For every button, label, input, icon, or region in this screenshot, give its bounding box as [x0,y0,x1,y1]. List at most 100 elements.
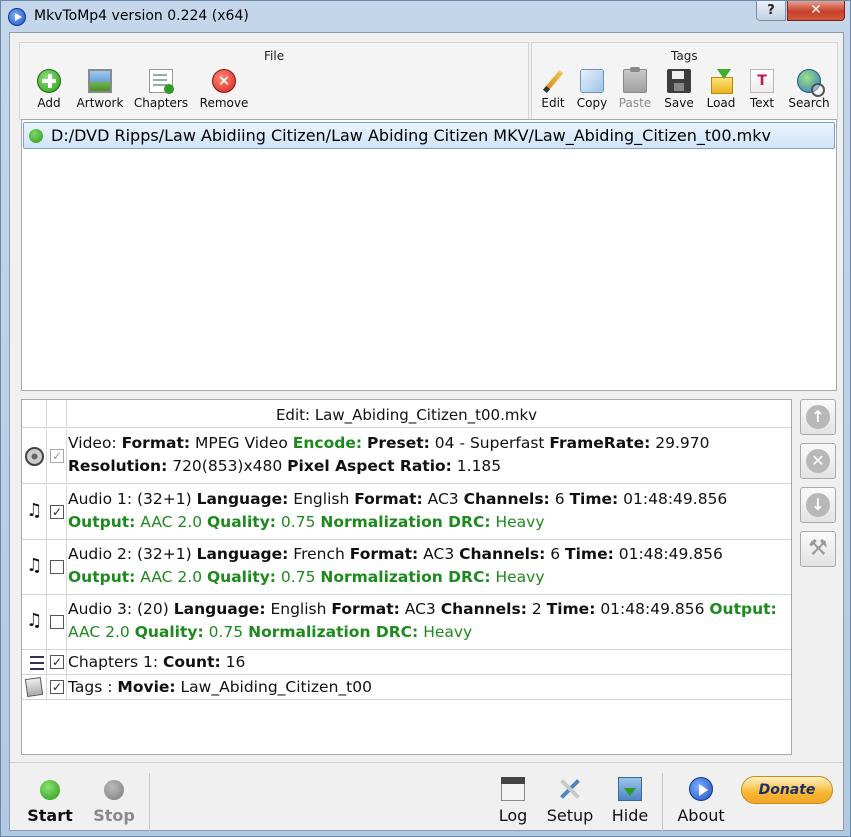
load-icon [709,69,733,94]
tags-details: Tags : Movie: Law_Abiding_Citizen_t00 [68,676,790,699]
log-icon [501,777,525,801]
audio-3-output-value: AAC 2.0 [68,623,135,641]
setup-button[interactable]: Setup [545,777,595,825]
log-label: Log [498,806,528,825]
audio-3-time-key: Time: [546,600,596,618]
file-group-title: File [264,49,285,63]
audio-2-output-value: AAC 2.0 [135,568,207,586]
audio-3-checkbox[interactable] [50,615,64,629]
video-resolution-key: Resolution: [68,457,168,475]
track-row-audio-3[interactable]: ♫ Audio 3: (20) Language: English Format… [22,595,791,650]
file-list[interactable]: D:/DVD Ripps/Law Abidiing Citizen/Law Ab… [21,119,837,391]
video-preset-value: 04 - Superfast [429,434,550,452]
track-row-tags[interactable]: ✓ Tags : Movie: Law_Abiding_Citizen_t00 [22,675,791,700]
help-button[interactable]: ? [756,1,786,21]
audio-2-quality-key: Quality: [206,568,276,586]
pencil-icon [541,69,565,93]
track-icon-cell: ♫ [22,595,47,649]
track-row-audio-2[interactable]: ♫ Audio 2: (32+1) Language: French Forma… [22,540,791,595]
tag-save-button[interactable]: Save [661,69,697,110]
move-down-button[interactable]: ↓ [800,487,836,523]
file-list-item[interactable]: D:/DVD Ripps/Law Abidiing Citizen/Law Ab… [23,122,835,149]
track-row-audio-1[interactable]: ♫ ✓ Audio 1: (32+1) Language: English Fo… [22,485,791,540]
video-track-details: Video: Format: MPEG Video Encode: Preset… [68,432,790,478]
tag-paste-button[interactable]: Paste [615,67,655,110]
audio-3-output-key: Output: [709,600,777,618]
audio-1-channels-key: Channels: [463,490,550,508]
tags-checkbox[interactable]: ✓ [50,680,64,694]
tag-paste-label: Paste [618,96,652,110]
video-resolution-value: 720(853)x480 [167,457,288,475]
artwork-button[interactable]: Artwork [70,69,130,110]
audio-2-format-key: Format: [349,545,419,563]
tag-text-label: Text [749,96,775,110]
start-button[interactable]: Start [22,780,78,825]
track-row-video[interactable]: ✓ Video: Format: MPEG Video Encode: Pres… [22,429,791,484]
audio-1-norm-key: Normalization DRC: [320,513,491,531]
add-icon [37,69,61,93]
add-button[interactable]: Add [27,69,71,110]
audio-2-channels-value: 6 [545,545,566,563]
audio-1-details: Audio 1: (32+1) Language: English Format… [68,488,790,534]
edit-title: Edit: Law_Abiding_Citizen_t00.mkv [275,406,538,424]
audio-2-channels-key: Channels: [459,545,546,563]
tag-load-button[interactable]: Load [703,69,739,110]
track-check-cell: ✓ [47,429,67,483]
tag-search-label: Search [788,96,830,110]
video-prefix: Video: [68,434,122,452]
chapters-checkbox[interactable]: ✓ [50,655,64,669]
audio-2-checkbox[interactable] [50,560,64,574]
track-check-cell [47,540,67,594]
audio-1-format-key: Format: [354,490,423,508]
chapters-count-value: 16 [220,653,246,671]
text-icon: T [750,69,774,93]
video-track-checkbox[interactable]: ✓ [50,449,64,463]
hide-button[interactable]: Hide [610,777,650,825]
tags-group-title: Tags [671,49,698,63]
arrow-up-icon: ↑ [806,405,830,429]
audio-1-checkbox[interactable]: ✓ [50,505,64,519]
track-row-chapters[interactable]: ✓ Chapters 1: Count: 16 [22,650,791,675]
hide-icon [618,777,642,801]
log-button[interactable]: Log [493,777,533,825]
about-button[interactable]: About [674,777,728,825]
audio-3-details: Audio 3: (20) Language: English Format: … [68,598,790,644]
music-note-icon: ♫ [26,610,43,631]
remove-button[interactable]: ✕ Remove [195,69,253,110]
chapters-button[interactable]: Chapters [131,69,191,110]
chapters-prefix: Chapters 1: [68,653,163,671]
window-title: MkvToMp4 version 0.224 (x64) [34,8,249,24]
tag-search-button[interactable]: Search [786,69,832,110]
tools-button[interactable]: ⚒ [800,531,836,567]
donate-button[interactable]: Donate [741,776,833,804]
file-toolbar-group: File Add Artwork Chapters ✕ Remove [19,42,529,120]
video-framerate-key: FrameRate: [549,434,651,452]
close-button[interactable]: ✕ [787,1,845,21]
title-bar[interactable]: MkvToMp4 version 0.224 (x64) ? ✕ [1,1,850,33]
audio-3-time-value: 01:48:49.856 [595,600,710,618]
audio-3-format-value: AC3 [399,600,441,618]
track-icon-cell [22,650,47,674]
audio-1-channels-value: 6 [549,490,570,508]
remove-track-button[interactable]: ✕ [800,443,836,479]
audio-2-quality-value: 0.75 [276,568,321,586]
video-format-key: Format: [121,434,191,452]
audio-1-time-value: 01:48:49.856 [618,490,728,508]
tag-text-button[interactable]: T Text [745,69,779,110]
stop-button[interactable]: Stop [86,780,142,825]
tag-edit-button[interactable]: Edit [536,69,570,110]
audio-3-language-value: English [265,600,332,618]
audio-1-output-value: AAC 2.0 [135,513,207,531]
track-check-cell [47,595,67,649]
hide-label: Hide [611,806,649,825]
video-par-key: Pixel Aspect Ratio: [287,457,452,475]
audio-3-channels-key: Channels: [440,600,527,618]
video-framerate-value: 29.970 [650,434,710,452]
tag-copy-button[interactable]: Copy [573,69,611,110]
about-icon [689,777,713,801]
paste-icon [623,67,647,93]
move-up-button[interactable]: ↑ [800,399,836,435]
tags-movie-key: Movie: [117,678,176,696]
track-check-cell: ✓ [47,675,67,699]
bottom-separator [149,773,150,831]
